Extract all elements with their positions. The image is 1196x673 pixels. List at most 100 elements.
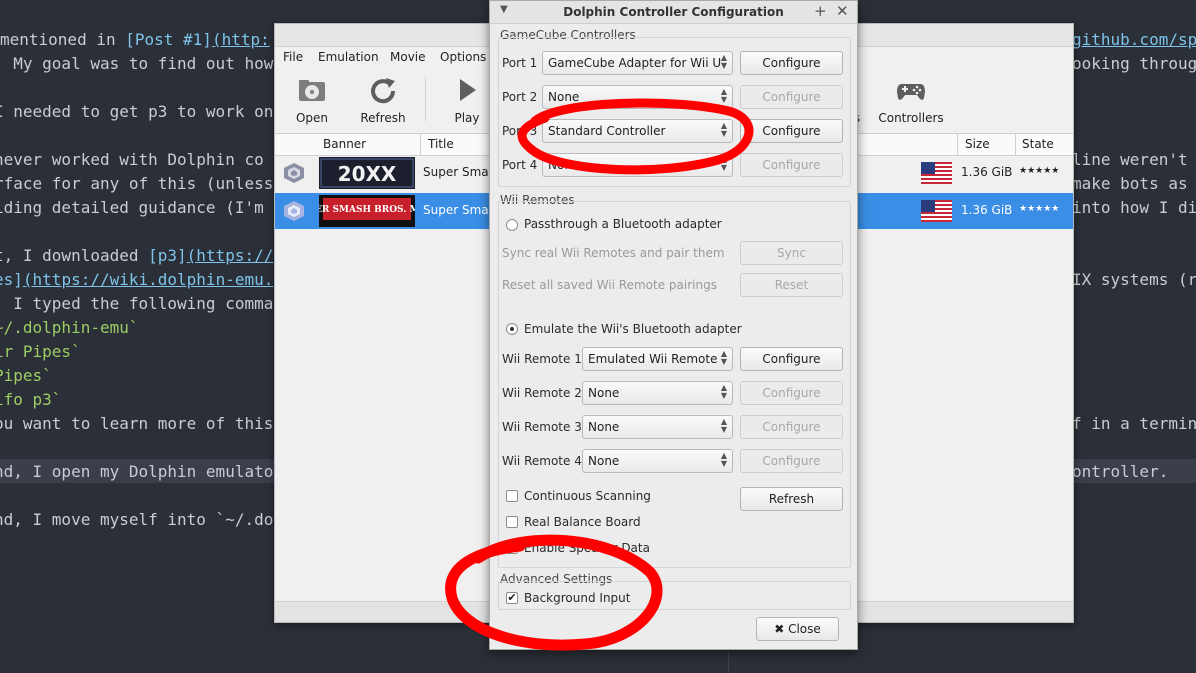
menu-options[interactable]: Options [440, 50, 486, 64]
editor-text-span: line weren't c [1072, 150, 1196, 169]
emulate-adapter-radio[interactable] [506, 323, 518, 335]
editor-line: make bots as [1072, 173, 1188, 195]
editor-text-span: t, I downloaded [0, 246, 149, 265]
wii-remote-2-select[interactable]: None ▲ ▼ [582, 381, 733, 405]
editor-text-span: ou want to learn more of this [0, 414, 274, 433]
wii-remote-2-configure-button[interactable]: Configure [740, 381, 843, 405]
pin-icon[interactable]: + [814, 2, 827, 20]
port-1-value: GameCube Adapter for Wii U [548, 56, 722, 70]
controllers-button[interactable]: Controllers [876, 69, 946, 125]
editor-text-span[interactable]: (https://wiki.dolphin-emu. [23, 270, 273, 289]
balance-board-checkbox[interactable] [506, 516, 518, 528]
editor-text-span[interactable]: (http: [212, 30, 270, 49]
port-2-configure-button[interactable]: Configure [740, 85, 843, 109]
port-4-value: None [548, 158, 580, 172]
editor-line: never worked with Dolphin co [0, 149, 264, 171]
port-1-select[interactable]: GameCube Adapter for Wii U ▲ ▼ [542, 51, 733, 75]
column-banner[interactable]: Banner [323, 137, 366, 151]
editor-text-span: I needed to get p3 to work on [0, 102, 274, 121]
disc-folder-icon [299, 80, 325, 101]
editor-text-span[interactable]: (https:// [187, 246, 274, 265]
us-flag-icon [921, 200, 952, 222]
column-title[interactable]: Title [428, 137, 454, 151]
port-3-configure-button[interactable]: Configure [740, 119, 843, 143]
column-state[interactable]: State [1022, 137, 1054, 151]
continuous-scanning-label[interactable]: Continuous Scanning [524, 489, 651, 503]
close-icon[interactable]: ✕ [836, 2, 849, 20]
wii-remote-4-configure-button[interactable]: Configure [740, 449, 843, 473]
background-input-checkbox[interactable]: ✔ [506, 592, 518, 604]
wii-remote-1-label: Wii Remote 1 [502, 352, 582, 366]
menu-emulation[interactable]: Emulation [318, 50, 379, 64]
gamepad-icon [897, 84, 925, 100]
port-2-select[interactable]: None ▲ ▼ [542, 85, 733, 109]
port-2-value: None [548, 90, 580, 104]
port-2-label: Port 2 [502, 90, 538, 104]
editor-line: Pipes` [0, 365, 52, 387]
emulate-adapter-label[interactable]: Emulate the Wii's Bluetooth adapter [524, 322, 742, 336]
editor-line: es](https://wiki.dolphin-emu. [0, 269, 273, 291]
speaker-data-checkbox[interactable] [506, 542, 518, 554]
editor-text-span: , I typed the following comma [0, 294, 274, 313]
editor-line: ou want to learn more of this [0, 413, 273, 435]
speaker-data-label[interactable]: Enable Speaker Data [524, 541, 650, 555]
gamecube-platform-icon [284, 201, 304, 221]
wii-remote-3-configure-button[interactable]: Configure [740, 415, 843, 439]
editor-text-span: make bots as [1072, 174, 1188, 193]
game-state-stars: ★★★★★ [1019, 166, 1060, 176]
dialog-titlebar: ▼ Dolphin Controller Configuration + ✕ [490, 1, 857, 24]
column-size[interactable]: Size [965, 137, 990, 151]
editor-text-span: ifo p3` [0, 390, 62, 409]
gamecube-platform-icon [284, 163, 304, 183]
port-3-label: Port 3 [502, 124, 538, 138]
controller-config-dialog: ▼ Dolphin Controller Configuration + ✕ G… [489, 0, 858, 650]
spinner-arrows-icon: ▲ ▼ [720, 383, 727, 400]
port-3-value: Standard Controller [548, 124, 666, 138]
menu-movie[interactable]: Movie [390, 50, 426, 64]
wii-remote-1-select[interactable]: Emulated Wii Remote ▲ ▼ [582, 347, 733, 371]
wii-remote-1-configure-button[interactable]: Configure [740, 347, 843, 371]
dialog-title: Dolphin Controller Configuration [563, 5, 784, 19]
editor-text-span: ~/.dolphin-emu` [0, 318, 139, 337]
editor-line: f in a termina [1072, 413, 1196, 435]
passthrough-label[interactable]: Passthrough a Bluetooth adapter [524, 217, 722, 231]
editor-line: , I typed the following comma [0, 293, 273, 315]
refresh-button[interactable]: Refresh [348, 69, 418, 125]
close-button[interactable]: ✖ Close [756, 617, 839, 641]
port-1-configure-button[interactable]: Configure [740, 51, 843, 75]
editor-text-span: . My goal was to find out how [0, 54, 274, 73]
wii-refresh-button[interactable]: Refresh [740, 487, 843, 511]
editor-text-span[interactable]: github.com/sp [1072, 30, 1196, 49]
spinner-arrows-icon: ▲ ▼ [720, 349, 727, 366]
spinner-arrows-icon: ▲ ▼ [720, 451, 727, 468]
editor-text-span: es] [0, 270, 23, 289]
menu-file[interactable]: File [283, 50, 303, 64]
port-4-configure-button[interactable]: Configure [740, 153, 843, 177]
refresh-icon [371, 78, 396, 104]
continuous-scanning-checkbox[interactable] [506, 490, 518, 502]
close-button-label: Close [788, 622, 821, 636]
game-size: 1.36 GiB [961, 165, 1013, 179]
open-button[interactable]: Open [277, 69, 347, 125]
editor-line: ifo p3` [0, 389, 61, 411]
editor-line: ir Pipes` [0, 341, 81, 363]
port-4-select[interactable]: None ▲ ▼ [542, 153, 733, 177]
reset-button[interactable]: Reset [740, 273, 843, 297]
game-title: Super Smas [423, 165, 495, 179]
editor-line: IX systems (re [1072, 269, 1196, 291]
wii-remote-3-value: None [588, 420, 620, 434]
editor-text-span: nd, I open my Dolphin emulato [0, 462, 274, 481]
wii-remote-4-select[interactable]: None ▲ ▼ [582, 449, 733, 473]
editor-text-span: [p3] [148, 246, 187, 265]
balance-board-label[interactable]: Real Balance Board [524, 515, 641, 529]
wii-remote-3-select[interactable]: None ▲ ▼ [582, 415, 733, 439]
sync-button[interactable]: Sync [740, 241, 843, 265]
background-input-label[interactable]: Background Input [524, 591, 630, 605]
column-separator [1015, 134, 1016, 155]
editor-line: nd, I open my Dolphin emulato [0, 461, 273, 483]
game-size: 1.36 GiB [961, 203, 1013, 217]
passthrough-radio[interactable] [506, 219, 518, 231]
wii-remote-2-label: Wii Remote 2 [502, 386, 582, 400]
port-3-select[interactable]: Standard Controller ▲ ▼ [542, 119, 733, 143]
spinner-arrows-icon: ▲ ▼ [720, 87, 727, 104]
